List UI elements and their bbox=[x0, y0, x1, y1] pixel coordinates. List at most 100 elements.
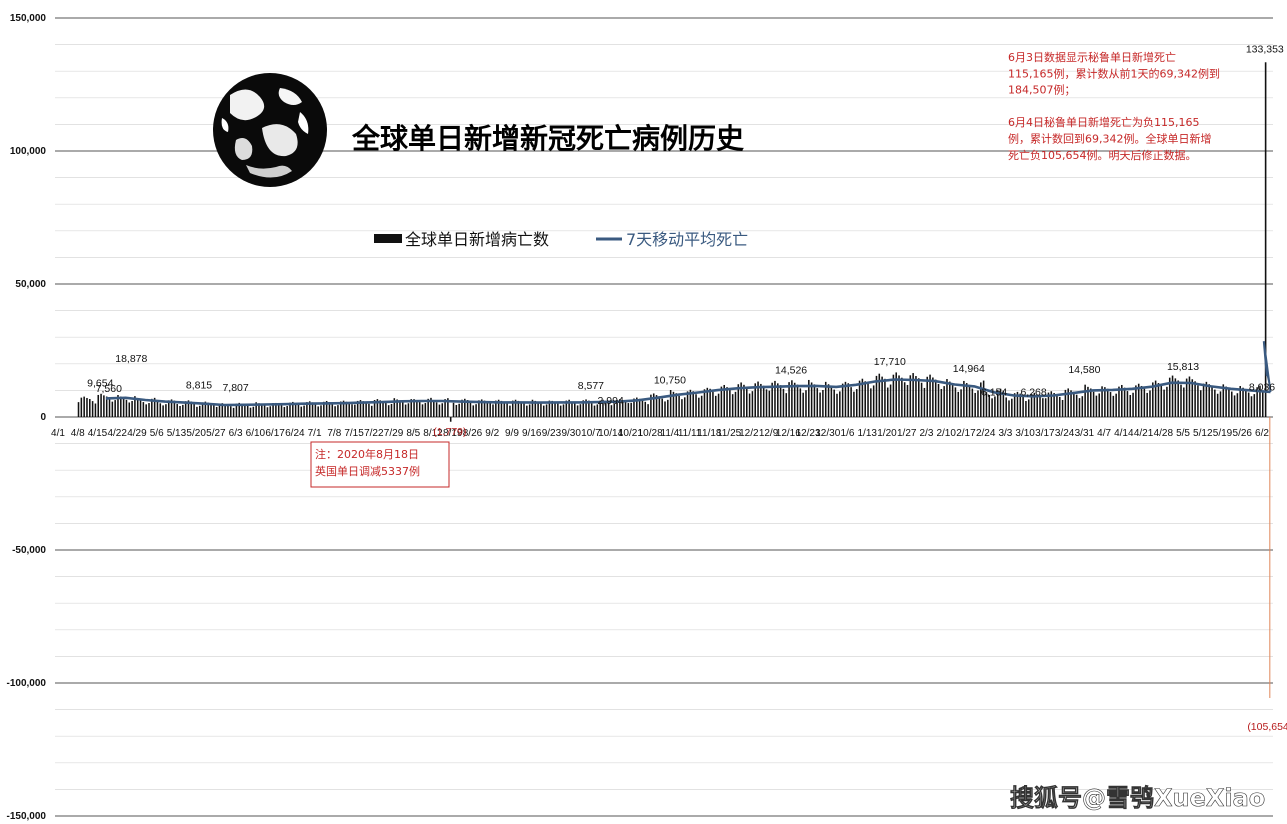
daily-bar bbox=[1118, 386, 1120, 417]
globe-icon bbox=[213, 73, 327, 187]
daily-bar bbox=[858, 380, 861, 417]
daily-bar bbox=[1262, 392, 1264, 417]
daily-bar bbox=[968, 384, 971, 417]
daily-bar bbox=[458, 403, 460, 417]
daily-bar bbox=[991, 398, 993, 417]
x-tick-label: 8/5 bbox=[406, 428, 420, 439]
daily-bar bbox=[867, 383, 869, 417]
daily-bar bbox=[576, 405, 579, 417]
legend-bars-label: 全球单日新增病亡数 bbox=[405, 230, 549, 249]
x-tick-label: 2/10 bbox=[936, 428, 956, 439]
data-label: 6,268 bbox=[1020, 386, 1046, 398]
daily-bar bbox=[215, 406, 218, 417]
daily-bar bbox=[683, 397, 686, 417]
daily-bar bbox=[748, 393, 751, 417]
daily-bar bbox=[965, 383, 968, 417]
daily-bar bbox=[404, 404, 407, 417]
peru-note-line: 184,507例； bbox=[1008, 83, 1076, 97]
daily-bar bbox=[1058, 396, 1061, 417]
x-tick-label: 1/20 bbox=[877, 428, 897, 439]
daily-bar bbox=[918, 378, 920, 417]
daily-bar bbox=[261, 404, 263, 417]
daily-bar bbox=[906, 384, 909, 417]
daily-bar bbox=[246, 405, 249, 417]
daily-bar bbox=[1115, 393, 1117, 417]
daily-bar bbox=[91, 401, 94, 417]
daily-bar bbox=[252, 406, 255, 417]
daily-bar bbox=[675, 393, 678, 417]
daily-bar bbox=[1095, 395, 1098, 417]
peru-note-line: 例，累计数回到69,342例。全球单日新增 bbox=[1008, 132, 1212, 146]
daily-bar bbox=[1197, 385, 1199, 417]
daily-bar bbox=[210, 403, 212, 417]
chart: 150,000 100,000 50,000 0 -50,000 -100,000 -150… bbox=[7, 13, 1287, 822]
daily-bar bbox=[802, 392, 804, 417]
daily-bar bbox=[1132, 392, 1134, 417]
daily-bar bbox=[765, 389, 768, 417]
daily-bar bbox=[111, 401, 114, 417]
daily-bar bbox=[624, 401, 627, 417]
daily-bar bbox=[89, 399, 91, 417]
daily-bar bbox=[743, 384, 745, 417]
daily-bar bbox=[974, 392, 976, 417]
daily-bar bbox=[334, 406, 336, 417]
daily-bar bbox=[331, 402, 334, 417]
daily-bar bbox=[1104, 387, 1106, 417]
daily-bar bbox=[884, 378, 886, 417]
peru-note-line: 115,165例，累计数从前1天的69,342例到 bbox=[1008, 66, 1220, 80]
y-tick-label: 0 bbox=[40, 412, 46, 423]
daily-bar bbox=[142, 402, 145, 417]
daily-bar bbox=[559, 405, 562, 417]
daily-bar bbox=[1194, 381, 1196, 417]
x-tick-label: 9/16 bbox=[522, 428, 542, 439]
daily-bar bbox=[80, 397, 83, 417]
daily-bar bbox=[1214, 389, 1216, 417]
daily-bar bbox=[407, 403, 410, 417]
x-tick-label: 7/15 bbox=[344, 428, 364, 439]
daily-bar bbox=[1247, 392, 1250, 417]
daily-bar bbox=[402, 402, 404, 417]
x-tick-label: 5/19 bbox=[1213, 428, 1233, 439]
daily-bar bbox=[1199, 390, 1202, 417]
daily-bar bbox=[1219, 391, 1222, 417]
x-tick-label: 10/28 bbox=[638, 428, 663, 439]
daily-bar bbox=[810, 382, 813, 417]
daily-bar bbox=[1123, 387, 1126, 417]
daily-bar bbox=[390, 403, 393, 417]
daily-bar bbox=[540, 403, 542, 417]
daily-bar bbox=[822, 390, 824, 417]
daily-bar bbox=[128, 402, 131, 417]
daily-bar bbox=[1092, 391, 1095, 417]
daily-bar bbox=[777, 383, 779, 417]
daily-bar bbox=[1098, 393, 1101, 417]
daily-bar bbox=[449, 417, 452, 422]
daily-bar bbox=[994, 396, 996, 417]
daily-bar bbox=[681, 399, 683, 417]
daily-bar bbox=[1233, 395, 1236, 417]
daily-bar bbox=[717, 393, 720, 417]
x-tick-label: 3/17 bbox=[1035, 428, 1055, 439]
daily-bar bbox=[1146, 392, 1148, 417]
peru-note-line: 死亡负105,654例。明天后修正数据。 bbox=[1008, 148, 1197, 162]
daily-bar bbox=[923, 387, 926, 417]
daily-bar bbox=[94, 403, 97, 417]
daily-bar bbox=[977, 390, 979, 417]
uk-note-line1: 注：2020年8月18日 bbox=[315, 447, 419, 461]
x-tick-label: 1/13 bbox=[858, 428, 878, 439]
daily-bar bbox=[729, 390, 731, 417]
daily-bar bbox=[300, 406, 303, 417]
daily-bar bbox=[103, 395, 105, 417]
x-tick-label: 5/27 bbox=[206, 428, 226, 439]
daily-bar bbox=[351, 404, 353, 417]
daily-bar bbox=[433, 400, 435, 417]
daily-bar bbox=[1129, 395, 1132, 417]
daily-bar bbox=[492, 404, 494, 417]
x-tick-label: 4/14 bbox=[1114, 428, 1134, 439]
daily-bar bbox=[1135, 385, 1137, 417]
daily-bar bbox=[827, 384, 830, 417]
daily-bar bbox=[678, 395, 680, 417]
daily-bar bbox=[131, 400, 133, 417]
daily-bar bbox=[486, 401, 489, 417]
daily-bar bbox=[179, 406, 181, 417]
daily-bar bbox=[1180, 384, 1182, 417]
